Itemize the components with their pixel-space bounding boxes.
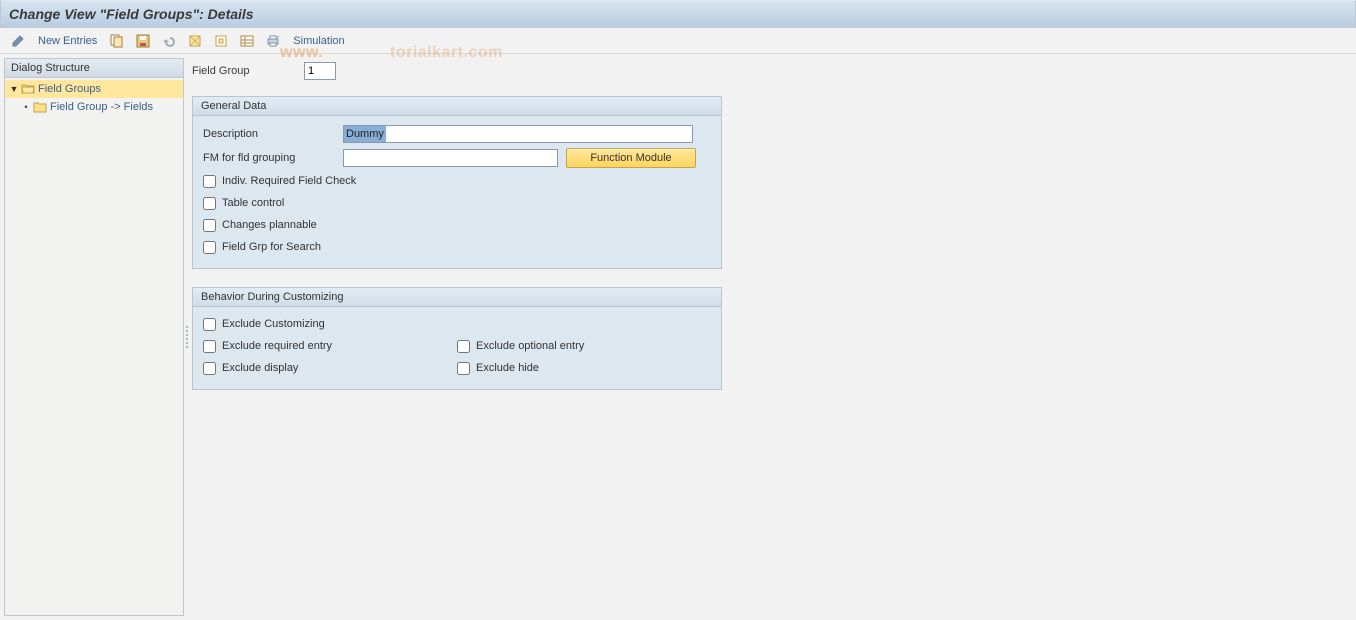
exclude-hide-check[interactable] (457, 362, 470, 375)
page-title: Change View "Field Groups": Details (9, 6, 254, 22)
field-group-label: Field Group (192, 65, 292, 77)
group-title: Behavior During Customizing (193, 288, 721, 307)
toggle-edit-icon[interactable] (8, 31, 28, 51)
dialog-structure-panel: Dialog Structure ▼ Field Groups • Field … (4, 58, 184, 616)
fm-grouping-input[interactable] (343, 149, 558, 167)
exclude-display-label: Exclude display (222, 362, 298, 374)
group-title: General Data (193, 97, 721, 116)
tree-item-field-groups[interactable]: ▼ Field Groups (5, 80, 183, 98)
tree-toggle-icon[interactable]: ▼ (9, 84, 19, 94)
table-control-label: Table control (222, 197, 284, 209)
tree-item-field-group-fields[interactable]: • Field Group -> Fields (5, 98, 183, 116)
group-general-data: General Data Description Dummy FM for fl… (192, 96, 722, 269)
table-control-check[interactable] (203, 197, 216, 210)
toolbar: New Entries Simulation (0, 28, 1356, 54)
changes-plannable-check[interactable] (203, 219, 216, 232)
table-view-icon[interactable] (237, 31, 257, 51)
group-behavior-customizing: Behavior During Customizing Exclude Cust… (192, 287, 722, 390)
description-label: Description (203, 128, 343, 140)
select-all-icon[interactable] (185, 31, 205, 51)
field-grp-search-check[interactable] (203, 241, 216, 254)
titlebar: Change View "Field Groups": Details (0, 0, 1356, 28)
indiv-required-check[interactable] (203, 175, 216, 188)
undo-icon[interactable] (159, 31, 179, 51)
changes-plannable-label: Changes plannable (222, 219, 317, 231)
indiv-required-label: Indiv. Required Field Check (222, 175, 356, 187)
print-icon[interactable] (263, 31, 283, 51)
exclude-customizing-label: Exclude Customizing (222, 318, 325, 330)
exclude-required-check[interactable] (203, 340, 216, 353)
function-module-button[interactable]: Function Module (566, 148, 696, 168)
delimit-icon[interactable] (211, 31, 231, 51)
description-selection: Dummy (344, 126, 386, 142)
detail-content: Field Group General Data Description Dum… (190, 54, 1356, 620)
tree-bullet-icon: • (21, 102, 31, 112)
new-entries-button[interactable]: New Entries (34, 35, 101, 47)
simulation-button[interactable]: Simulation (289, 35, 348, 47)
exclude-optional-label: Exclude optional entry (476, 340, 584, 352)
description-input[interactable] (343, 125, 693, 143)
fm-grouping-label: FM for fld grouping (203, 152, 343, 164)
folder-open-icon (21, 83, 35, 95)
exclude-customizing-check[interactable] (203, 318, 216, 331)
save-icon[interactable] (133, 31, 153, 51)
exclude-display-check[interactable] (203, 362, 216, 375)
tree-header: Dialog Structure (5, 59, 183, 78)
field-group-input[interactable] (304, 62, 336, 80)
exclude-hide-label: Exclude hide (476, 362, 539, 374)
exclude-optional-check[interactable] (457, 340, 470, 353)
exclude-required-label: Exclude required entry (222, 340, 332, 352)
tree-item-label: Field Groups (38, 83, 101, 95)
folder-closed-icon (33, 101, 47, 113)
copy-as-icon[interactable] (107, 31, 127, 51)
tree-item-label: Field Group -> Fields (50, 101, 153, 113)
field-grp-search-label: Field Grp for Search (222, 241, 321, 253)
